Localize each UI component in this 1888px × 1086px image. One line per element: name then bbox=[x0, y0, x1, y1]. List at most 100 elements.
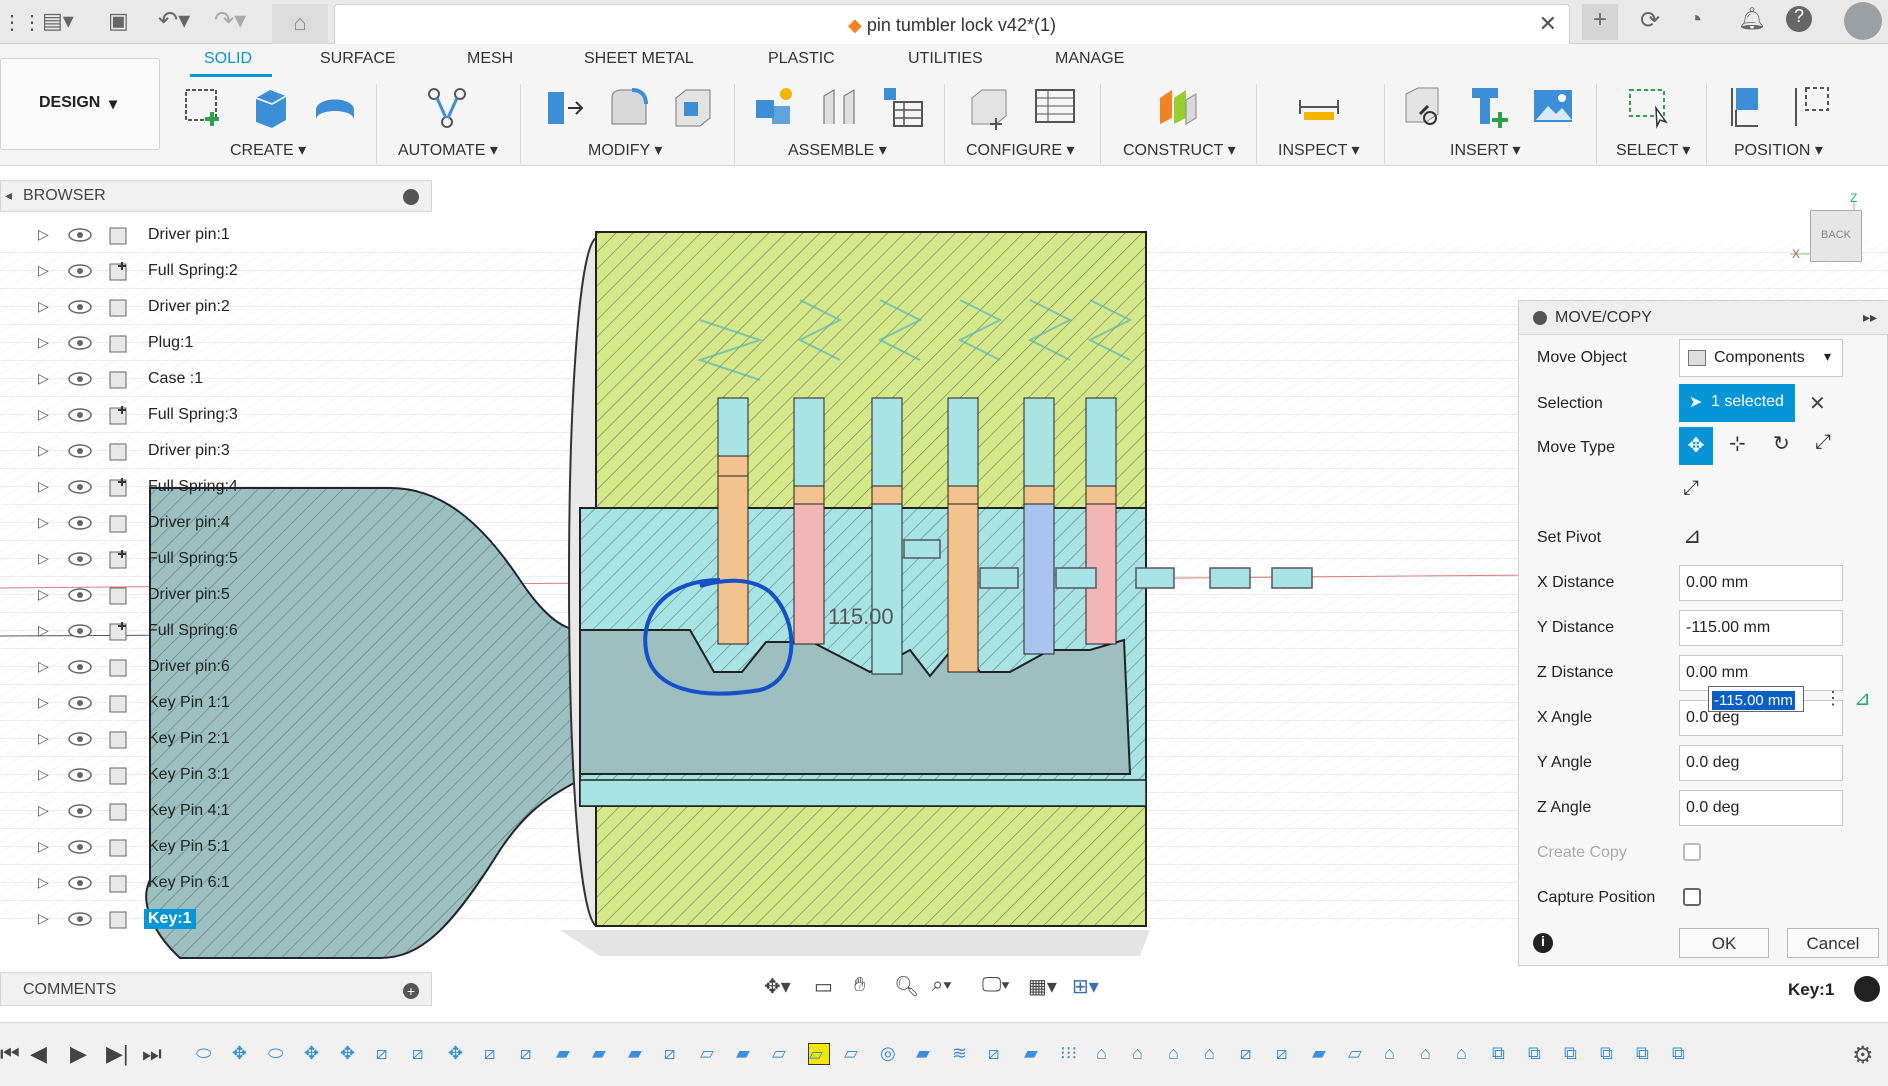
timeline-feature-icon[interactable]: ⧄ bbox=[484, 1043, 506, 1065]
visibility-eye-icon[interactable] bbox=[68, 840, 92, 854]
visibility-eye-icon[interactable] bbox=[68, 336, 92, 350]
select-icon[interactable] bbox=[1626, 84, 1672, 130]
extrude-icon[interactable] bbox=[248, 84, 294, 130]
timeline-feature-icon[interactable]: ▰ bbox=[1312, 1043, 1334, 1065]
expand-icon[interactable]: ▷ bbox=[38, 226, 49, 243]
expand-icon[interactable]: ▷ bbox=[38, 838, 49, 855]
move-object-dropdown[interactable]: Components ▾ bbox=[1679, 339, 1843, 377]
set-pivot-icon[interactable]: ⊿ bbox=[1683, 523, 1701, 549]
timeline-feature-icon[interactable]: ▰ bbox=[736, 1043, 758, 1065]
timeline-feature-icon[interactable]: ⌂ bbox=[1204, 1043, 1226, 1065]
browser-item[interactable]: ▷ Full Spring:2 bbox=[0, 256, 260, 284]
expand-icon[interactable]: ▷ bbox=[38, 370, 49, 387]
timeline-feature-icon[interactable]: ▰ bbox=[1024, 1043, 1046, 1065]
timeline-play-icon[interactable]: ▶ bbox=[70, 1041, 87, 1067]
timeline-feature-icon[interactable]: ⧉ bbox=[1600, 1043, 1622, 1065]
tab-surface[interactable]: SURFACE bbox=[320, 50, 396, 68]
ok-button[interactable]: OK bbox=[1679, 928, 1769, 958]
timeline-feature-icon[interactable]: ▱ bbox=[1348, 1043, 1370, 1065]
new-component-icon[interactable] bbox=[752, 84, 798, 130]
position-capture-icon[interactable] bbox=[1728, 84, 1774, 130]
avatar[interactable] bbox=[1844, 2, 1882, 40]
timeline-next-icon[interactable]: ▶| bbox=[106, 1041, 129, 1067]
timeline-feature-icon[interactable]: ▱ bbox=[772, 1043, 794, 1065]
timeline-feature-icon[interactable]: ⧄ bbox=[376, 1043, 398, 1065]
timeline-feature-icon[interactable]: ⁝⁝⁝ bbox=[1060, 1043, 1082, 1065]
expand-icon[interactable]: ▷ bbox=[38, 262, 49, 279]
clear-selection-icon[interactable]: ✕ bbox=[1809, 391, 1826, 416]
point-to-point-icon[interactable]: ⤢ bbox=[1815, 431, 1831, 454]
capture-position-checkbox[interactable] bbox=[1683, 888, 1701, 906]
joint-icon[interactable] bbox=[816, 84, 862, 130]
notifications-icon[interactable]: 🔔︎ bbox=[1738, 6, 1766, 32]
add-comment-icon[interactable]: + bbox=[403, 983, 419, 999]
pan-icon[interactable]: ✋︎ bbox=[854, 974, 865, 997]
timeline-feature-icon[interactable]: ◎ bbox=[880, 1043, 902, 1065]
insert-mcmaster-icon[interactable] bbox=[1466, 84, 1512, 130]
position-revert-icon[interactable] bbox=[1792, 84, 1838, 130]
browser-item[interactable]: ▷ Case :1 bbox=[0, 364, 260, 392]
free-move-icon[interactable]: ✥ bbox=[1679, 427, 1713, 465]
y-angle-field[interactable] bbox=[1679, 745, 1843, 781]
x-distance-field[interactable] bbox=[1679, 565, 1843, 601]
insert-canvas-icon[interactable] bbox=[1530, 84, 1576, 130]
assemble-menu[interactable]: ASSEMBLE ▾ bbox=[788, 140, 887, 160]
workspace-switcher[interactable]: DESIGN ▾ bbox=[0, 58, 160, 150]
save-icon[interactable]: ▣ bbox=[108, 8, 129, 34]
inline-value-editor[interactable]: -115.00 mm bbox=[1708, 686, 1804, 712]
visibility-eye-icon[interactable] bbox=[68, 804, 92, 818]
visibility-eye-icon[interactable] bbox=[68, 660, 92, 674]
point-to-position-icon[interactable]: ⤢ bbox=[1683, 477, 1699, 500]
configure-icon[interactable] bbox=[966, 84, 1012, 130]
expand-icon[interactable]: ▷ bbox=[38, 910, 49, 927]
browser-item[interactable]: ▷ Full Spring:3 bbox=[0, 400, 260, 428]
fit-icon[interactable]: ⌕▾ bbox=[932, 974, 952, 997]
browser-item[interactable]: ▷ Driver pin:6 bbox=[0, 652, 260, 680]
expand-icon[interactable]: ▷ bbox=[38, 802, 49, 819]
timeline-feature-icon[interactable]: ✥ bbox=[232, 1043, 254, 1065]
modify-menu[interactable]: MODIFY ▾ bbox=[588, 140, 662, 160]
press-pull-icon[interactable] bbox=[542, 84, 588, 130]
timeline-feature-icon[interactable]: ⧄ bbox=[988, 1043, 1010, 1065]
browser-item[interactable]: ▷ Plug:1 bbox=[0, 328, 260, 356]
automate-menu[interactable]: AUTOMATE ▾ bbox=[398, 140, 498, 160]
timeline-feature-icon[interactable]: ⌂ bbox=[1168, 1043, 1190, 1065]
timeline-end-icon[interactable]: ⏭︎ bbox=[142, 1041, 162, 1067]
timeline-feature-icon[interactable]: ⧉ bbox=[1636, 1043, 1658, 1065]
insert-derive-icon[interactable] bbox=[1400, 84, 1446, 130]
browser-item[interactable]: ▷ Key Pin 6:1 bbox=[0, 868, 260, 896]
timeline-feature-icon[interactable]: ⌂ bbox=[1132, 1043, 1154, 1065]
create-sketch-icon[interactable] bbox=[182, 84, 228, 130]
browser-item[interactable]: ▷ Key Pin 4:1 bbox=[0, 796, 260, 824]
configure-menu[interactable]: CONFIGURE ▾ bbox=[966, 140, 1074, 160]
timeline-feature-icon[interactable]: ≋ bbox=[952, 1043, 974, 1065]
expand-icon[interactable]: ▷ bbox=[38, 334, 49, 351]
new-tab-icon[interactable]: + bbox=[1582, 4, 1618, 40]
timeline-feature-icon[interactable]: ✥ bbox=[340, 1043, 362, 1065]
visibility-eye-icon[interactable] bbox=[68, 228, 92, 242]
close-tab-icon[interactable]: ✕ bbox=[1539, 11, 1557, 37]
visibility-eye-icon[interactable] bbox=[68, 588, 92, 602]
browser-item[interactable]: ▷ Key Pin 3:1 bbox=[0, 760, 260, 788]
viewcube[interactable]: BACK bbox=[1810, 210, 1862, 262]
visibility-eye-icon[interactable] bbox=[68, 480, 92, 494]
timeline-feature-icon[interactable]: ⧄ bbox=[664, 1043, 686, 1065]
browser-item[interactable]: ▷ Driver pin:4 bbox=[0, 508, 260, 536]
look-at-icon[interactable]: ▭ bbox=[814, 974, 833, 999]
zoom-icon[interactable]: 🔍︎ bbox=[894, 974, 919, 999]
fillet-icon[interactable] bbox=[606, 84, 652, 130]
timeline-feature-icon[interactable]: ✥ bbox=[304, 1043, 326, 1065]
create-copy-checkbox[interactable] bbox=[1683, 843, 1701, 861]
visibility-eye-icon[interactable] bbox=[68, 876, 92, 890]
timeline-feature-icon[interactable]: ⬭ bbox=[196, 1043, 218, 1065]
shell-icon[interactable] bbox=[670, 84, 716, 130]
timeline-feature-icon[interactable]: ⌂ bbox=[1420, 1043, 1442, 1065]
timeline-feature-icon[interactable]: ▰ bbox=[556, 1043, 578, 1065]
tab-plastic[interactable]: PLASTIC bbox=[768, 50, 835, 68]
expand-icon[interactable]: ▷ bbox=[38, 730, 49, 747]
timeline-feature-icon[interactable]: ⧉ bbox=[1528, 1043, 1550, 1065]
expand-icon[interactable]: ▷ bbox=[38, 406, 49, 423]
viewports-icon[interactable]: ⊞▾ bbox=[1072, 974, 1099, 999]
expand-icon[interactable]: ▷ bbox=[38, 298, 49, 315]
orbit-menu-icon[interactable]: ✥▾ bbox=[764, 974, 791, 999]
